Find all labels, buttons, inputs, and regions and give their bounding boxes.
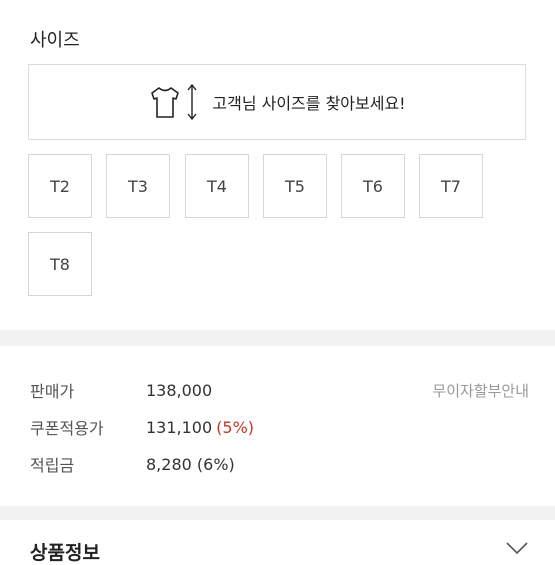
points-row: 적립금 8,280 (6%) bbox=[30, 452, 531, 476]
tshirt-icon bbox=[148, 84, 182, 120]
size-section-title: 사이즈 bbox=[30, 30, 80, 51]
size-finder-label: 고객님 사이즈를 찾아보세요! bbox=[212, 94, 406, 113]
points-label: 적립금 bbox=[30, 456, 75, 475]
size-option-t5[interactable]: T5 bbox=[263, 154, 327, 218]
vertical-arrows-icon bbox=[186, 82, 198, 122]
size-option-t2[interactable]: T2 bbox=[28, 154, 92, 218]
coupon-price-value: 131,100 bbox=[146, 417, 213, 437]
coupon-price-label: 쿠폰적용가 bbox=[30, 419, 104, 438]
product-options-page: 사이즈 고객님 사이즈를 찾아보세요! T2 T3 T4 T5 T6 T7 T8… bbox=[0, 0, 555, 564]
coupon-price-row: 쿠폰적용가 131,100 (5%) bbox=[30, 415, 531, 439]
points-value: 8,280 (6%) bbox=[146, 454, 235, 474]
section-divider-2 bbox=[0, 506, 555, 520]
size-option-t8[interactable]: T8 bbox=[28, 232, 92, 296]
section-divider bbox=[0, 330, 555, 346]
sale-price-value: 138,000 bbox=[146, 380, 213, 400]
size-option-t3[interactable]: T3 bbox=[106, 154, 170, 218]
size-option-t7[interactable]: T7 bbox=[419, 154, 483, 218]
product-info-title[interactable]: 상품정보 bbox=[30, 538, 100, 565]
size-finder-button[interactable]: 고객님 사이즈를 찾아보세요! bbox=[28, 64, 526, 140]
installment-info-link[interactable]: 무이자할부안내 bbox=[432, 380, 529, 401]
chevron-down-icon[interactable] bbox=[505, 540, 529, 559]
sale-price-label: 판매가 bbox=[30, 382, 75, 401]
size-option-t4[interactable]: T4 bbox=[185, 154, 249, 218]
size-option-t6[interactable]: T6 bbox=[341, 154, 405, 218]
coupon-discount-badge: (5%) bbox=[216, 417, 255, 437]
